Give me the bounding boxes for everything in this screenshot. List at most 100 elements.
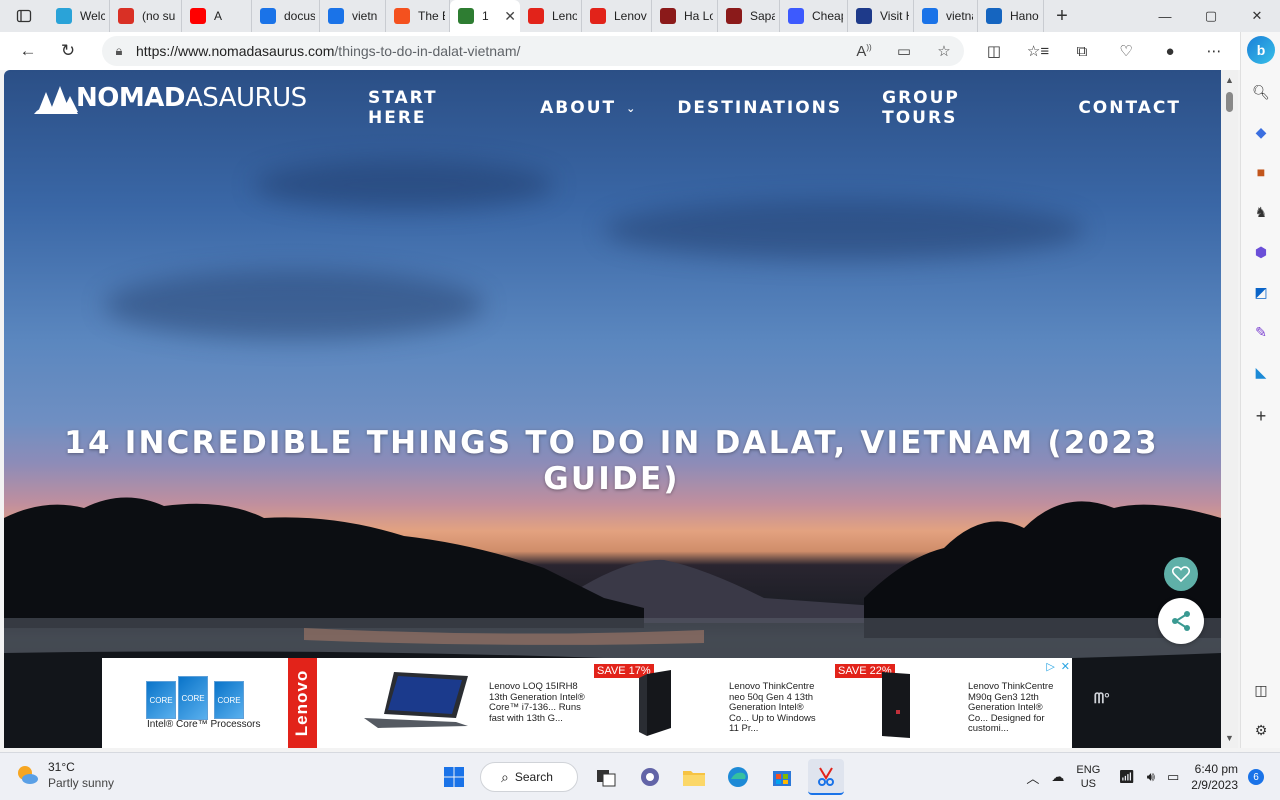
maximize-button[interactable]: ▢ [1188,0,1234,32]
add-sidebar-app-icon[interactable]: + [1249,404,1273,428]
show-hidden-icons-icon[interactable]: ︿ [1026,768,1039,787]
search-icon [328,8,344,24]
browser-tab[interactable]: vietn [320,0,386,32]
onedrive-cloud-icon[interactable]: ☁ [1051,769,1064,785]
ad-choices[interactable]: ▷ ✕ [1040,660,1070,673]
chat-button[interactable] [632,759,668,795]
nav-start-here[interactable]: START HERE [368,88,500,128]
browser-tab[interactable]: docus [252,0,320,32]
snipping-tool-button[interactable] [808,759,844,795]
weather-widget[interactable]: 31°C Partly sunny [14,759,114,791]
browser-tab[interactable]: Lenov [582,0,652,32]
product-description[interactable]: Lenovo ThinkCentre M90q Gen3 12th Genera… [968,681,1064,735]
tab-title: Ha Lo [684,9,713,23]
url-text[interactable]: https://www.nomadasaurus.com/things-to-d… [136,43,844,59]
intel-chip-icon: CORE [146,681,176,719]
more-menu-icon[interactable]: ⋯ [1192,32,1236,70]
profile-icon[interactable]: ● [1148,32,1192,70]
store-button[interactable] [764,759,800,795]
start-button[interactable] [436,759,472,795]
microsoft-365-icon[interactable]: ⬢ [1249,240,1273,264]
product-description[interactable]: Lenovo ThinkCentre neo 50q Gen 4 13th Ge… [729,681,825,735]
games-icon[interactable]: ♞ [1249,200,1273,224]
notification-badge[interactable]: 6 [1248,769,1264,785]
drop-icon[interactable]: ◣ [1249,360,1273,384]
browser-tab[interactable]: 1 ✕ [450,0,520,32]
read-aloud-icon[interactable]: A)) [844,43,884,60]
hide-sidebar-icon[interactable]: ◫ [1249,678,1273,702]
collections-icon[interactable]: ⧉ [1060,32,1104,70]
search-icon: ⌕ [501,768,509,785]
designer-icon[interactable]: ✎ [1249,320,1273,344]
nav-destinations[interactable]: DESTINATIONS [677,88,842,128]
outlook-icon[interactable]: ◩ [1249,280,1273,304]
close-window-button[interactable]: ✕ [1234,0,1280,32]
bing-icon[interactable]: b [1247,36,1275,64]
ad-banner[interactable]: CORE CORE CORE Intel® Core™ Processors L… [102,658,1072,748]
language-indicator[interactable]: ENG US [1076,763,1100,791]
back-button[interactable]: ← [8,32,48,70]
lock-icon[interactable]: 🔒︎ [102,43,136,59]
taskbar-search[interactable]: ⌕ Search [480,762,578,792]
favorite-button[interactable] [1164,557,1198,591]
product-description[interactable]: Lenovo LOQ 15IRH8 13th Generation Intel®… [489,681,585,724]
split-screen-icon[interactable]: ◫ [972,32,1016,70]
ad-close-icon[interactable]: ✕ [1061,660,1070,673]
browser-tab[interactable]: Sapa [718,0,780,32]
browser-tab[interactable]: A [182,0,252,32]
refresh-button[interactable]: ↻ [48,32,88,70]
browser-tab[interactable]: vietna [914,0,978,32]
scroll-down-icon[interactable]: ▼ [1221,730,1238,746]
t-icon [788,8,804,24]
lenovo-logo[interactable]: Lenovo [288,658,317,748]
new-tab-button[interactable]: + [1044,0,1080,32]
edge-sidebar: b 🔍︎ ◆ ■ ♞ ⬢ ◩ ✎ ◣ + ◫ ⚙ [1240,32,1280,748]
nav-about[interactable]: ABOUT ⌄ [540,88,637,128]
tab-actions-button[interactable] [0,0,48,32]
address-bar[interactable]: 🔒︎ https://www.nomadasaurus.com/things-t… [102,36,964,66]
nav-contact[interactable]: CONTACT [1078,88,1181,128]
task-view-button[interactable] [588,759,624,795]
laptop-image [364,672,468,728]
shopping-tag-icon[interactable]: ◆ [1249,120,1273,144]
browser-tab[interactable]: Welco [48,0,110,32]
close-tab-icon[interactable]: ✕ [504,8,516,25]
nav-group-tours[interactable]: GROUP TOURS [882,88,1038,128]
browser-tab[interactable]: Lenov [520,0,582,32]
url-host: https://www.nomadasaurus.com [136,43,335,59]
adchoices-icon[interactable]: ▷ [1046,660,1054,673]
browser-tab[interactable]: Hanoi [978,0,1044,32]
browser-tab[interactable]: (no su [110,0,182,32]
page-scrollbar[interactable]: ▲ ▼ [1221,70,1238,748]
share-button[interactable] [1158,598,1204,644]
browser-tab[interactable]: Cheap [780,0,848,32]
clock[interactable]: 6:40 pm 2/9/2023 [1191,761,1238,793]
favorite-star-icon[interactable]: ☆ [924,42,964,60]
folder-icon [683,771,705,786]
browser-essentials-icon[interactable]: ♡ [1104,32,1148,70]
scrollbar-thumb[interactable] [1226,92,1233,112]
browser-toolbar: ← ↻ 🔒︎ https://www.nomadasaurus.com/thin… [0,32,1240,70]
volume-icon[interactable]: 🔊︎ [1147,769,1155,785]
edge-button[interactable] [720,759,756,795]
scroll-up-icon[interactable]: ▲ [1221,72,1238,88]
search-icon[interactable]: 🔍︎ [1249,80,1273,104]
battery-icon[interactable]: ▭ [1167,769,1179,785]
browser-tab[interactable]: Ha Lo [652,0,718,32]
tools-briefcase-icon[interactable]: ■ [1249,160,1273,184]
favorites-icon[interactable]: ☆≡ [1016,32,1060,70]
browser-tab[interactable]: Visit H [848,0,914,32]
tab-title: Cheap [812,9,843,23]
lenovo-wordmark: Lenovo [292,669,312,737]
windows-logo-icon [444,767,464,787]
intel-chip-icon: CORE [214,681,244,719]
site-logo[interactable]: NOMADASAURUS [32,78,307,118]
tab-title: (no su [142,9,176,23]
search-icon [260,8,276,24]
immersive-reader-icon[interactable]: ▭ [884,42,924,60]
browser-tab[interactable]: The B [386,0,450,32]
settings-gear-icon[interactable]: ⚙ [1249,718,1273,742]
file-explorer-button[interactable] [676,759,712,795]
wifi-icon[interactable]: 📶︎ [1118,769,1135,785]
minimize-button[interactable]: — [1142,0,1188,32]
